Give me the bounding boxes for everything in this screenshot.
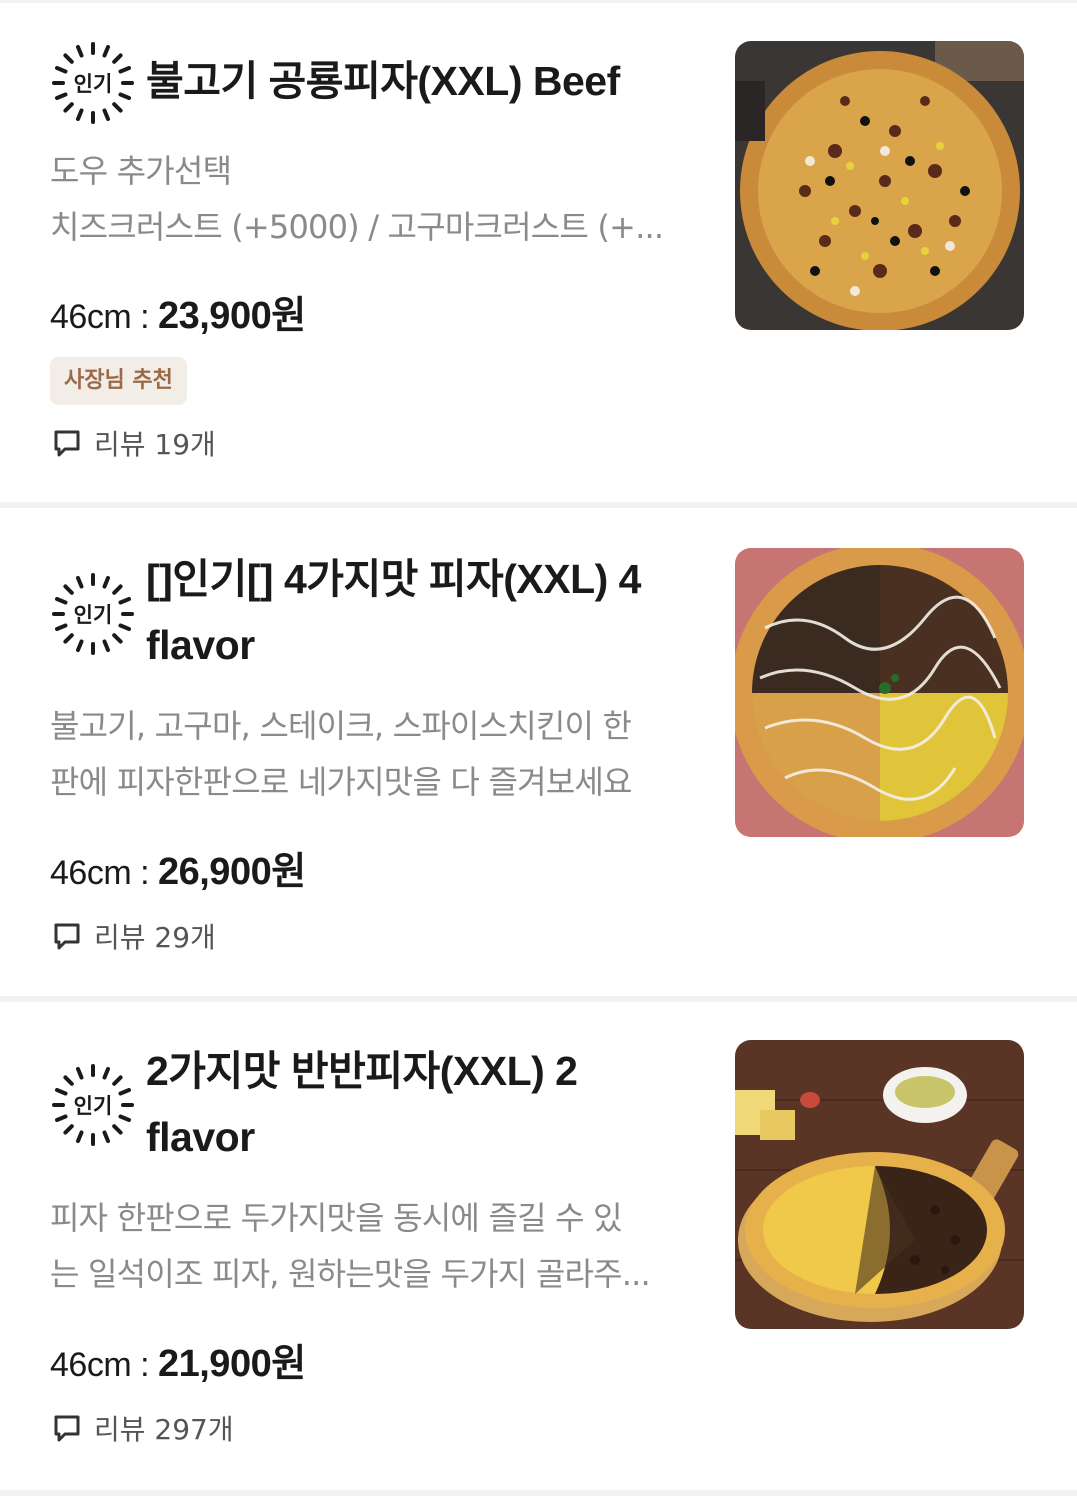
title-line: 2가지맛 반반피자(XXL) 2 — [146, 1048, 578, 1094]
description-line: 는 일석이조 피자, 원하는맛을 두가지 골라주... — [50, 1255, 651, 1293]
menu-item[interactable]: 인기 2가지맛 반반피자(XXL) 2 flavor 피자 한판으로 두가지맛을… — [0, 1002, 1077, 1496]
review-label: 리뷰 297개 — [94, 1413, 234, 1446]
size-label: 46cm : — [50, 298, 158, 336]
four-flavor-pizza-photo-icon — [735, 548, 1024, 837]
review-label: 리뷰 29개 — [94, 921, 216, 954]
price-amount: 26,900원 — [157, 851, 306, 893]
review-label: 리뷰 19개 — [94, 428, 216, 461]
popular-badge-icon: 인기 — [52, 573, 134, 655]
description-line: 피자 한판으로 두가지맛을 동시에 즐길 수 있 — [50, 1199, 623, 1237]
popular-badge-icon: 인기 — [52, 1064, 134, 1146]
menu-item[interactable]: 인기 불고기 공룡피자(XXL) Beef 도우 추가선택 치즈크러스트 (+5… — [0, 0, 1077, 508]
badge-label: 인기 — [74, 72, 113, 96]
popular-badge-icon: 인기 — [52, 42, 134, 124]
menu-photo[interactable] — [735, 548, 1024, 837]
review-count: 리뷰 297개 — [52, 1411, 234, 1446]
menu-description: 피자 한판으로 두가지맛을 동시에 즐길 수 있 는 일석이조 피자, 원하는맛… — [50, 1190, 710, 1302]
half-half-pizza-photo-icon — [735, 1040, 1024, 1329]
review-bubble-icon — [54, 1415, 80, 1442]
size-label: 46cm : — [50, 1346, 158, 1384]
price-amount: 23,900원 — [157, 295, 306, 337]
description-line: 판에 피자한판으로 네가지맛을 다 즐겨보세요 — [50, 763, 632, 801]
review-count: 리뷰 19개 — [52, 426, 216, 461]
owner-recommend-tag: 사장님 추천 — [50, 357, 187, 405]
price-amount: 21,900원 — [157, 1343, 306, 1385]
menu-list: 인기 불고기 공룡피자(XXL) Beef 도우 추가선택 치즈크러스트 (+5… — [0, 0, 1077, 1509]
description-line: 불고기, 고구마, 스테이크, 스파이스치킨이 한 — [50, 707, 632, 745]
description-line: 치즈크러스트 (+5000) / 고구마크러스트 (+... — [50, 208, 664, 246]
title-line: flavor — [146, 622, 255, 668]
menu-title: []인기[] 4가지맛 피자(XXL) 4 flavor — [146, 546, 706, 678]
menu-title: 불고기 공룡피자(XXL) Beef — [146, 58, 620, 104]
review-bubble-icon — [54, 430, 80, 457]
menu-description: 불고기, 고구마, 스테이크, 스파이스치킨이 한 판에 피자한판으로 네가지맛… — [50, 698, 710, 810]
menu-photo[interactable] — [735, 41, 1024, 330]
title-line: []인기[] 4가지맛 피자(XXL) 4 — [146, 556, 641, 602]
title-line: flavor — [146, 1114, 255, 1160]
review-bubble-icon — [54, 923, 80, 950]
badge-label: 인기 — [74, 603, 113, 627]
menu-price: 46cm : 26,900원 — [50, 840, 306, 895]
review-count: 리뷰 29개 — [52, 919, 216, 954]
badge-label: 인기 — [74, 1094, 113, 1118]
menu-item[interactable]: 인기 []인기[] 4가지맛 피자(XXL) 4 flavor 불고기, 고구마… — [0, 508, 1077, 1002]
menu-photo[interactable] — [735, 1040, 1024, 1329]
description-line: 도우 추가선택 — [50, 152, 232, 190]
size-label: 46cm : — [50, 854, 158, 892]
bulgogi-pizza-photo-icon — [735, 41, 1024, 330]
menu-description: 도우 추가선택 치즈크러스트 (+5000) / 고구마크러스트 (+... — [50, 143, 710, 255]
menu-title: 2가지맛 반반피자(XXL) 2 flavor — [146, 1038, 706, 1170]
menu-price: 46cm : 23,900원 — [50, 284, 306, 339]
menu-price: 46cm : 21,900원 — [50, 1332, 306, 1387]
